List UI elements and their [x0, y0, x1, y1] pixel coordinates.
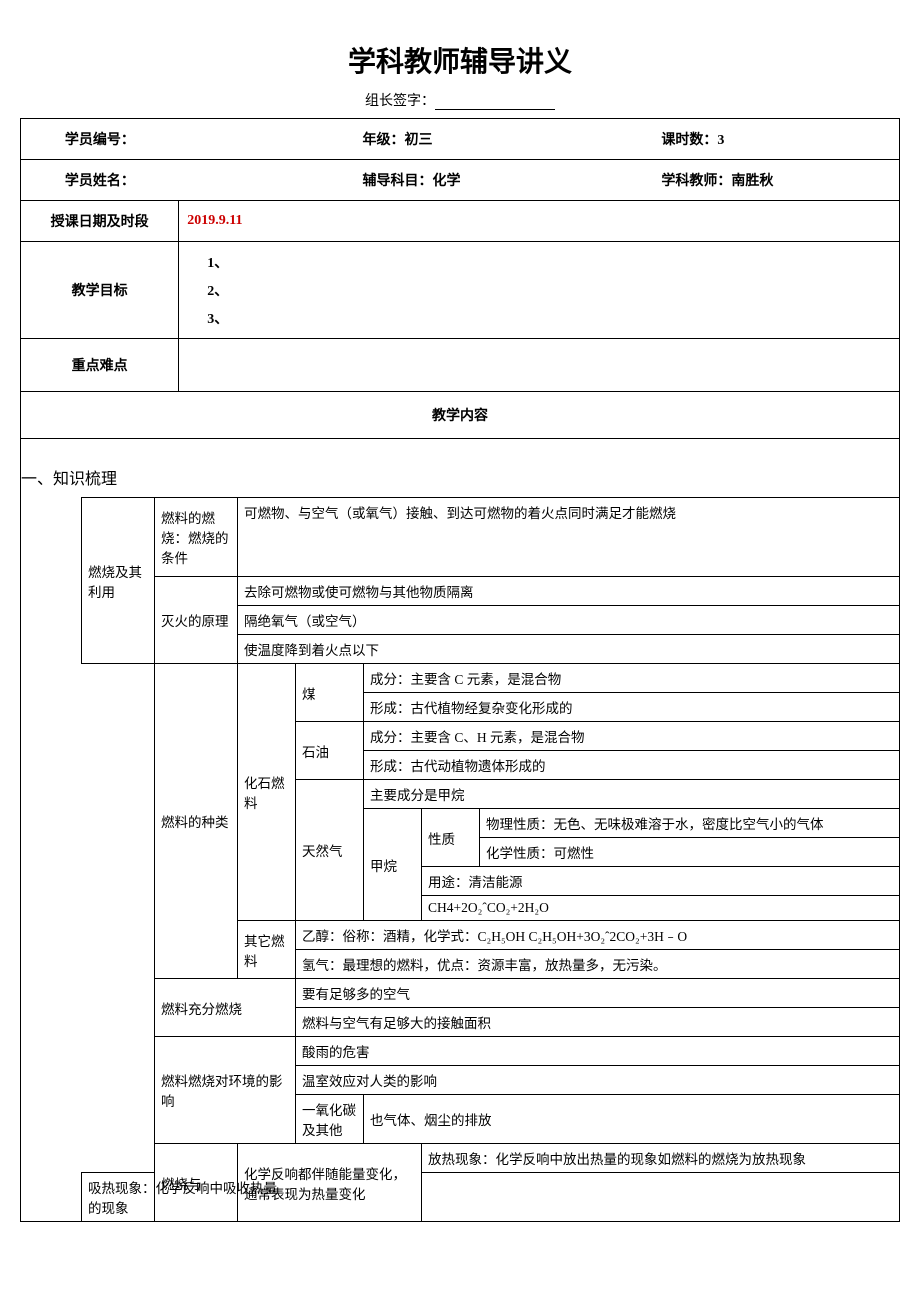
- methane-eq: CH4+2O₂ˆCO₂+2H₂O: [422, 896, 900, 921]
- coal-comp: 成分：主要含 C 元素，是混合物: [364, 664, 900, 693]
- goal-values: 1、 2、 3、: [179, 242, 900, 339]
- student-id-label: 学员编号：: [21, 119, 179, 160]
- other-fuel-label: 其它燃料: [238, 921, 296, 979]
- subject-cell: 辅导科目：化学: [355, 160, 654, 201]
- oil-form: 形成：古代动植物遗体形成的: [364, 751, 900, 780]
- fire-principle-label: 灭火的原理: [155, 577, 238, 664]
- combustion-conditions-label: 燃料的燃烧：燃烧的条件: [155, 498, 238, 577]
- signature-label: 组长签字：: [365, 94, 435, 109]
- methane-use: 用途：清洁能源: [422, 867, 900, 896]
- env-label: 燃料燃烧对环境的影响: [155, 1037, 296, 1144]
- fire-principle-1: 去除可燃物或使可燃物与其他物质隔离: [238, 577, 900, 606]
- methane-label: 甲烷: [364, 809, 422, 921]
- natgas-label: 天然气: [296, 780, 364, 921]
- natgas-main: 主要成分是甲烷: [364, 780, 900, 809]
- fuel-types-label: 燃料的种类: [155, 664, 238, 979]
- lvl1-combustion: 燃烧及其利用: [82, 498, 155, 664]
- env-3a: 一氧化碳及其他: [296, 1095, 364, 1144]
- methane-phys: 物理性质：无色、无味极难溶于水，密度比空气小的气体: [480, 809, 899, 838]
- combustion-conditions-text: 可燃物、与空气（或氧气）接触、到达可燃物的着火点同时满足才能燃烧: [238, 498, 900, 577]
- property-label: 性质: [422, 809, 480, 867]
- grade-cell: 年级：初三: [355, 119, 654, 160]
- full-burn-2: 燃料与空气有足够大的接触面积: [296, 1008, 900, 1037]
- fire-principle-2: 隔绝氧气（或空气）: [238, 606, 900, 635]
- goal-label: 教学目标: [21, 242, 179, 339]
- env-3b: 也气体、烟尘的排放: [364, 1095, 900, 1144]
- exo-text: 放热现象：化学反响中放出热量的现象如燃料的燃烧为放热现象: [422, 1144, 900, 1173]
- full-burn-1: 要有足够多的空气: [296, 979, 900, 1008]
- oil-comp: 成分：主要含 C、H 元素，是混合物: [364, 722, 900, 751]
- section-1-title: 一、知识梳理: [21, 465, 899, 489]
- date-value: 2019.9.11: [179, 201, 900, 242]
- student-name-label: 学员姓名：: [21, 160, 179, 201]
- fire-principle-3: 使温度降到着火点以下: [238, 635, 900, 664]
- teacher-cell: 学科教师：南胜秋: [653, 160, 899, 201]
- signature-line: 组长签字：: [20, 90, 900, 110]
- fossil-fuel-label: 化石燃料: [238, 664, 296, 921]
- hours-cell: 课时数：3: [653, 119, 899, 160]
- env-2: 温室效应对人类的影响: [296, 1066, 900, 1095]
- oil-label: 石油: [296, 722, 364, 780]
- header-table: 学员编号： 年级：初三 课时数：3 学员姓名： 辅导科目：化学 学科教师：南胜秋…: [20, 118, 900, 439]
- page-title: 学科教师辅导讲义: [20, 40, 900, 80]
- endo-text: 吸热现象：化学反响中吸收热量的现象: [82, 1173, 296, 1222]
- keypoint-label: 重点难点: [21, 339, 179, 392]
- hydrogen-text: 氢气：最理想的燃料，优点：资源丰富，放热量多，无污染。: [296, 950, 900, 979]
- knowledge-table: 燃烧及其利用 燃料的燃烧：燃烧的条件 可燃物、与空气（或氧气）接触、到达可燃物的…: [81, 497, 899, 1221]
- methane-chem: 化学性质：可燃性: [480, 838, 899, 867]
- content-header: 教学内容: [21, 392, 900, 439]
- coal-label: 煤: [296, 664, 364, 722]
- date-label: 授课日期及时段: [21, 201, 179, 242]
- env-1: 酸雨的危害: [296, 1037, 900, 1066]
- full-burn-label: 燃料充分燃烧: [155, 979, 296, 1037]
- ethanol-text: 乙醇：俗称：酒精，化学式：C₂H₅OH C₂H₅OH+3O₂ˆ2CO₂+3H﹣O: [296, 921, 900, 950]
- coal-form: 形成：古代植物经复杂变化形成的: [364, 693, 900, 722]
